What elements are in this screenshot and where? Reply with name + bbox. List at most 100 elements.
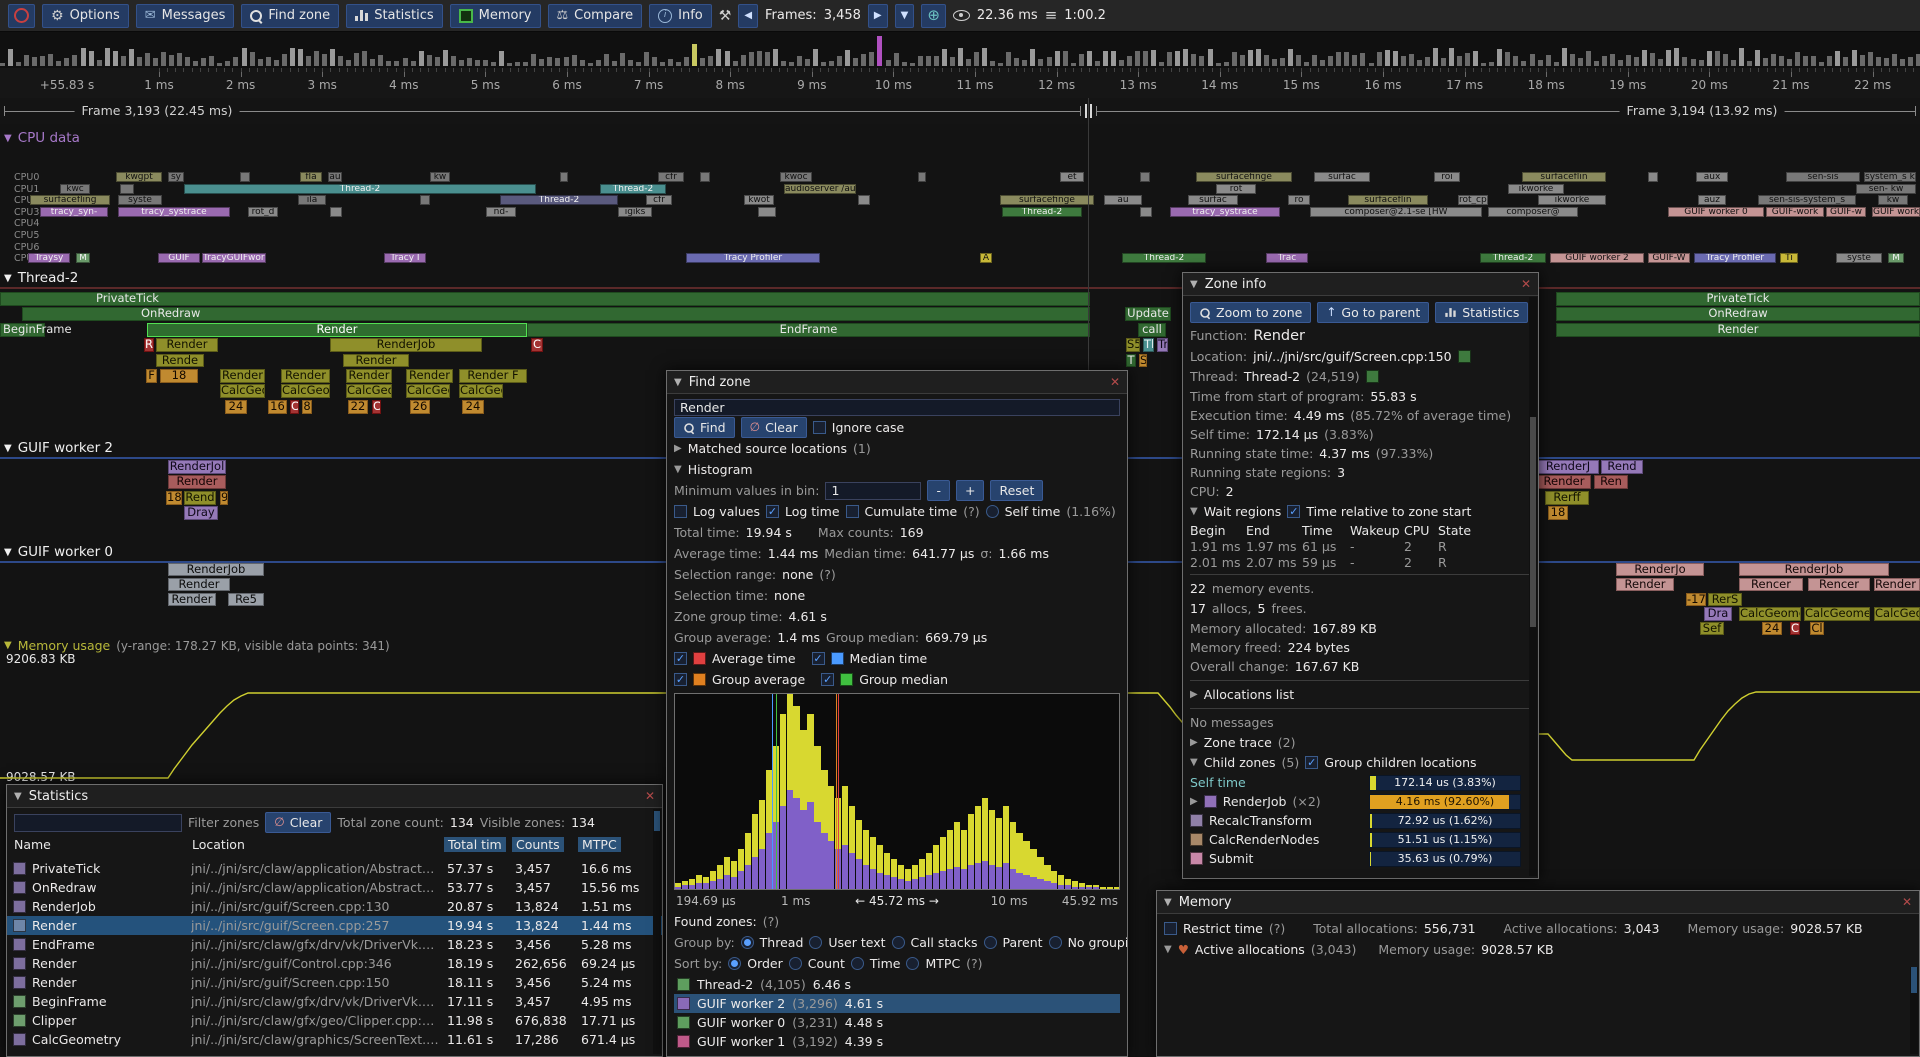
- child-zones-label[interactable]: Child zones: [1204, 755, 1276, 770]
- timeline-zone[interactable]: Cl: [1810, 622, 1824, 635]
- group-by-radio[interactable]: [892, 936, 905, 949]
- zone-group-row[interactable]: Thread-2(4,105)6.46 s: [674, 975, 1120, 994]
- cpu-zone[interactable]: tracy_systrace: [1170, 207, 1280, 217]
- timeline-zone[interactable]: 18: [160, 369, 198, 383]
- child-zone-row[interactable]: ▶RenderJob(×2)4.16 ms (92.60%): [1190, 792, 1521, 811]
- table-row[interactable]: OnRedrawjni/../jni/src/claw/application/…: [7, 878, 662, 897]
- cpu-zone[interactable]: cfr: [646, 195, 672, 205]
- timeline-zone[interactable]: Rencer: [1739, 578, 1803, 591]
- cpu-zone[interactable]: syste: [1836, 253, 1882, 263]
- cpu-zone[interactable]: rot_cpl: [1458, 195, 1488, 205]
- sort-by-radio[interactable]: [851, 957, 864, 970]
- collapse-triangle[interactable]: ▼: [1164, 897, 1172, 908]
- histogram-row[interactable]: ▼ Histogram: [674, 460, 1120, 479]
- collapse-triangle[interactable]: ▶: [1190, 689, 1198, 700]
- cpu-zone[interactable]: [858, 195, 870, 205]
- group-by-radio[interactable]: [741, 936, 754, 949]
- cpu-zone[interactable]: surfacefling: [30, 195, 110, 205]
- timeline-zone[interactable]: F: [146, 369, 157, 383]
- cpu-zone[interactable]: ro: [1288, 195, 1310, 205]
- timeline-zone[interactable]: RenderJol: [168, 460, 226, 474]
- timeline-zone[interactable]: Sef: [1700, 622, 1724, 635]
- min-bin-input[interactable]: [825, 482, 921, 500]
- clear-button[interactable]: Clear: [741, 417, 807, 438]
- cpu-zone[interactable]: GUIF worker 2: [1872, 207, 1920, 217]
- memory-table-header[interactable]: [1164, 961, 1912, 978]
- zone-info-titlebar[interactable]: ▼ Zone info ✕: [1183, 273, 1538, 296]
- cpu-zone[interactable]: syste: [118, 195, 162, 205]
- timeline-zone[interactable]: Render: [156, 338, 218, 352]
- cpu-zone[interactable]: TracyGUIFworl: [202, 253, 266, 263]
- wait-table-row[interactable]: 2.01 ms2.07 ms59 μs-2R: [1190, 554, 1531, 570]
- cpu-zone[interactable]: fla: [300, 172, 322, 182]
- cpu-zone[interactable]: sy: [168, 172, 184, 182]
- wait-regions-label[interactable]: Wait regions: [1204, 504, 1282, 519]
- next-frame-button[interactable]: ▶: [868, 4, 888, 28]
- timeline-zone[interactable]: CalcGeo: [281, 384, 330, 398]
- timeline-zone[interactable]: 24: [462, 400, 484, 414]
- cpu-zone[interactable]: [1140, 172, 1150, 182]
- timeline-zone[interactable]: CalcGeome: [220, 384, 265, 398]
- cpu-zone[interactable]: GUIF: [158, 253, 200, 263]
- cpu-zone[interactable]: surfac: [1314, 172, 1370, 182]
- table-row[interactable]: RenderJobjni/../jni/src/guif/Screen.cpp:…: [7, 897, 662, 916]
- cumulate-time-checkbox[interactable]: [846, 505, 859, 518]
- cpu-zone[interactable]: kwot: [744, 195, 774, 205]
- close-icon[interactable]: ✕: [1902, 895, 1912, 909]
- guif-worker2-header[interactable]: ▼ GUIF worker 2: [4, 440, 113, 456]
- thread2-header[interactable]: ▼ Thread-2: [4, 270, 78, 286]
- collapse-triangle[interactable]: ▼: [1190, 279, 1198, 290]
- collapse-triangle[interactable]: ▼: [4, 547, 12, 558]
- cpu-zone[interactable]: M: [1888, 253, 1904, 263]
- matched-locations-row[interactable]: ▶ Matched source locations (1): [674, 439, 1120, 458]
- timeline-zone[interactable]: 16: [268, 400, 287, 414]
- timeline-zone[interactable]: Render F: [459, 369, 527, 383]
- cpu-zone[interactable]: composer@: [1488, 207, 1578, 217]
- timeline-zone[interactable]: Render: [1616, 578, 1674, 591]
- cpu-zone[interactable]: ikworke: [1538, 195, 1606, 205]
- cpu-zone[interactable]: kw: [430, 172, 450, 182]
- cpu-zone[interactable]: Traysy: [28, 253, 70, 263]
- timeline-zone[interactable]: -17: [1686, 593, 1706, 606]
- timeline-zone[interactable]: Rende: [156, 354, 204, 368]
- sort-by-radio[interactable]: [906, 957, 919, 970]
- wait-table-row[interactable]: 1.91 ms1.97 ms61 μs-2R: [1190, 538, 1531, 554]
- log-values-checkbox[interactable]: [674, 505, 687, 518]
- timeline-zone[interactable]: BeginFrame: [0, 323, 45, 337]
- timeline-zone[interactable]: Render R: [1874, 578, 1920, 591]
- timeline-zone[interactable]: RenderJob: [1739, 563, 1889, 576]
- legend-checkbox[interactable]: ✓: [821, 673, 834, 686]
- cpu-zone[interactable]: Tracy Profiler: [1694, 253, 1776, 263]
- goto-frame-button[interactable]: [921, 4, 946, 28]
- timeline-zone[interactable]: 22: [348, 400, 368, 414]
- self-time-checkbox[interactable]: [986, 505, 999, 518]
- timeline-zone[interactable]: 8: [302, 400, 312, 414]
- group-by-radio[interactable]: [809, 936, 822, 949]
- timeline-zone[interactable]: PrivateTick: [1556, 292, 1920, 306]
- timeline-zone[interactable]: RenderJ: [1537, 460, 1599, 474]
- timeline-zone[interactable]: Render: [147, 323, 527, 337]
- table-row[interactable]: CalcGeometryjni/../jni/src/claw/graphics…: [7, 1030, 662, 1049]
- timeline-zone[interactable]: OnRedraw: [1556, 307, 1920, 321]
- prev-frame-button[interactable]: ◀: [738, 4, 758, 28]
- timeline-zone[interactable]: Dra: [1704, 607, 1732, 620]
- active-allocations-section[interactable]: ▼ ♥ Active allocations (3,043) Memory us…: [1164, 940, 1912, 959]
- timeline-zone[interactable]: S: [1139, 354, 1147, 368]
- timeline-zone[interactable]: 24: [1762, 622, 1782, 635]
- cpu-zone[interactable]: kwoc: [780, 172, 812, 182]
- ignore-case-checkbox[interactable]: [813, 421, 826, 434]
- cpu-zone[interactable]: ila: [298, 195, 326, 205]
- close-icon[interactable]: ✕: [645, 789, 655, 803]
- cpu-zone[interactable]: [240, 172, 250, 182]
- close-icon[interactable]: ✕: [1110, 375, 1120, 389]
- cpu-zone[interactable]: [758, 207, 776, 217]
- timeline-zone[interactable]: C: [1790, 622, 1800, 635]
- timeline-zone[interactable]: Render: [346, 369, 392, 383]
- collapse-triangle[interactable]: ▼: [14, 791, 22, 802]
- collapse-triangle[interactable]: ▶: [1190, 737, 1198, 748]
- find-button[interactable]: Find: [674, 417, 735, 438]
- frame-overview-strip[interactable]: [0, 32, 1920, 69]
- timeline-zone[interactable]: Render: [1537, 475, 1591, 489]
- timeline-zone[interactable]: Ren: [1594, 475, 1628, 489]
- bin-minus-button[interactable]: -: [927, 480, 950, 501]
